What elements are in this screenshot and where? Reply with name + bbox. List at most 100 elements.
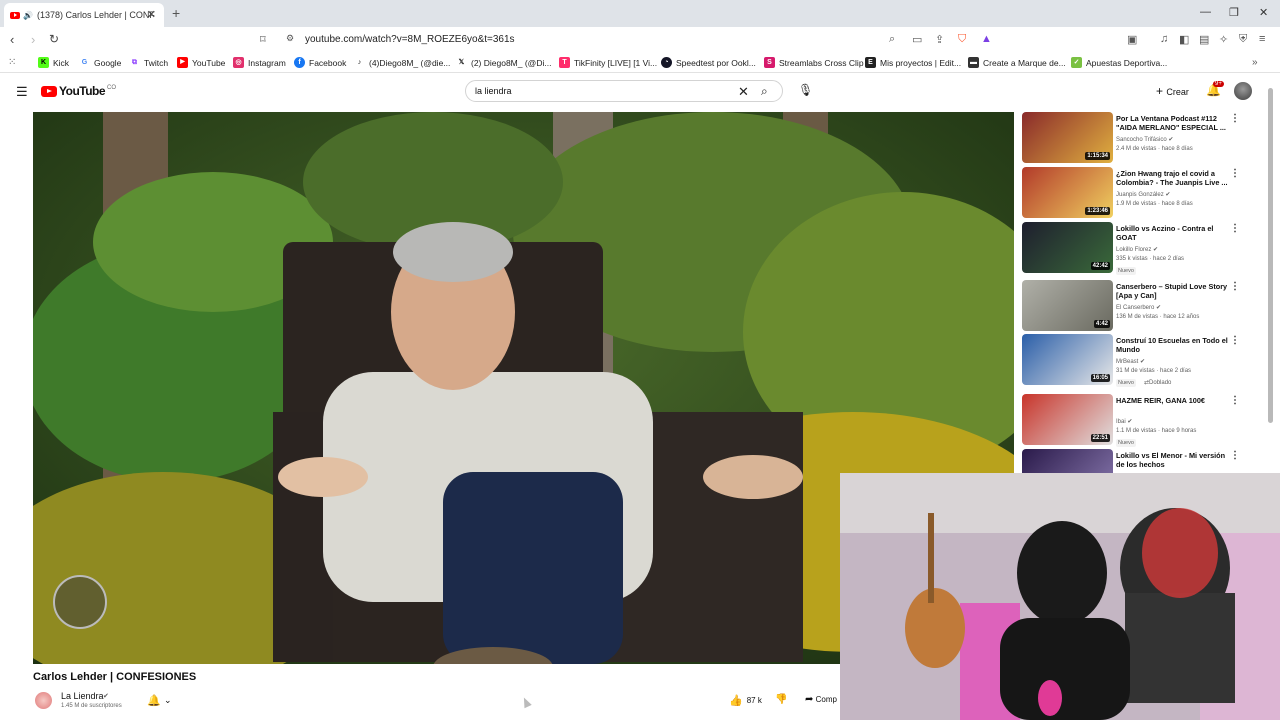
recommendation-channel[interactable]: Ibai ✔ <box>1116 418 1132 425</box>
recommendation-channel[interactable]: Sancocho Trifásico ✔ <box>1116 136 1173 143</box>
restore-icon[interactable]: ❐ <box>1229 6 1239 19</box>
bookmark-instagram[interactable]: ◎ Instagram <box>233 57 286 68</box>
like-button[interactable]: 👍 87 k <box>729 694 762 707</box>
duration-badge: 1:23:46 <box>1085 207 1110 215</box>
bookmark-apuestas[interactable]: ✓ Apuestas Deportiva... <box>1071 57 1167 68</box>
video-thumbnail[interactable]: 4:42 <box>1022 280 1113 331</box>
recommendation-item[interactable]: 16:05 Construí 10 Escuelas en Todo el Mun… <box>1022 334 1242 387</box>
more-options-icon[interactable]: ⋮ <box>1230 335 1240 346</box>
tab-close-icon[interactable]: ✕ <box>147 8 156 21</box>
bookmark-streamlabs[interactable]: S Streamlabs Cross Clip <box>764 57 864 68</box>
bookmark-icon[interactable]: ⌑ <box>260 33 266 46</box>
bookmark-x[interactable]: 𝕏 (2) Diego8M_ (@Di... <box>456 57 551 68</box>
channel-avatar[interactable] <box>35 692 52 709</box>
wallet-icon[interactable]: ▤ <box>1199 33 1209 46</box>
more-options-icon[interactable]: ⋮ <box>1230 450 1240 461</box>
zoom-icon[interactable]: ⌕ <box>889 33 895 46</box>
clear-search-icon[interactable]: ✕ <box>738 84 749 100</box>
recommendation-item[interactable]: 1:15:34 Por La Ventana Podcast #112 "AIDA… <box>1022 112 1242 164</box>
video-thumbnail[interactable]: 1:23:46 <box>1022 167 1113 218</box>
reload-icon[interactable]: ↻ <box>49 32 59 46</box>
verified-icon: ✔ <box>1153 247 1159 253</box>
bookmark-tikfinity[interactable]: T TikFinity [LIVE] [1 Vi... <box>559 57 657 68</box>
scrollbar[interactable] <box>1268 88 1273 423</box>
more-options-icon[interactable]: ⋮ <box>1230 281 1240 292</box>
dubbed-badge: ⇄Doblado <box>1144 379 1171 386</box>
video-thumbnail[interactable]: 1:15:34 <box>1022 112 1113 163</box>
chevron-down-icon[interactable]: ⌄ <box>164 695 172 706</box>
speaker-icon[interactable]: 🔊 <box>23 11 33 20</box>
browser-tab[interactable]: 🔊 (1378) Carlos Lehder | CONFESIONES ✕ <box>4 3 164 27</box>
site-settings-icon[interactable]: ⚙ <box>286 33 294 44</box>
back-icon[interactable]: ‹ <box>10 32 14 47</box>
recommendation-title[interactable]: Lokillo vs Aczino - Contra el GOAT <box>1116 224 1234 242</box>
more-options-icon[interactable]: ⋮ <box>1230 395 1240 406</box>
bookmark-twitch[interactable]: ⧉ Twitch <box>129 57 168 68</box>
forward-icon[interactable]: › <box>31 32 35 47</box>
subscription-bell-icon[interactable]: 🔔 <box>147 694 161 707</box>
bookmark-speedtest[interactable]: ◔ Speedtest por Ookl... <box>661 57 756 68</box>
sidebar-icon[interactable]: ▣ <box>1127 33 1137 46</box>
media-icon[interactable]: ♫ <box>1160 33 1168 45</box>
bookmark-facebook[interactable]: f Facebook <box>294 57 346 68</box>
window-close-icon[interactable]: ✕ <box>1259 6 1268 19</box>
more-options-icon[interactable]: ⋮ <box>1230 113 1240 124</box>
brave-shield-icon[interactable]: ⛉ <box>958 33 966 46</box>
video-thumbnail[interactable]: 42:42 <box>1022 222 1113 273</box>
cast-icon[interactable]: ▭ <box>912 33 922 46</box>
microphone-icon[interactable]: 🎙 <box>798 83 813 97</box>
reading-list-icon[interactable]: ◧ <box>1179 33 1189 46</box>
account-avatar[interactable] <box>1234 82 1252 100</box>
recommendation-title[interactable]: Lokillo vs El Menor - Mi versión de los … <box>1116 451 1234 469</box>
recommendation-title[interactable]: Construí 10 Escuelas en Todo el Mundo <box>1116 336 1234 354</box>
verified-icon: ✔ <box>1168 137 1174 143</box>
recommendation-item[interactable]: 4:42 Canserbero – Stupid Love Story [Apa … <box>1022 280 1242 332</box>
recommendation-item[interactable]: 42:42 Lokillo vs Aczino - Contra el GOAT L… <box>1022 222 1242 275</box>
bookmark-label: Twitch <box>144 57 169 68</box>
more-bookmarks-icon[interactable]: » <box>1252 57 1258 68</box>
share-button[interactable]: ➦ Comp <box>805 694 837 705</box>
recommendation-channel[interactable]: El Canserbero ✔ <box>1116 304 1161 311</box>
ai-assistant-icon[interactable]: ✧ <box>1219 33 1228 46</box>
bookmark-projects[interactable]: E Mis proyectos | Edit... <box>865 57 961 68</box>
video-thumbnail[interactable]: 16:05 <box>1022 334 1113 385</box>
create-button[interactable]: + Crear <box>1156 84 1189 98</box>
recommendation-meta: 31 M de vistas · hace 2 días <box>1116 368 1192 374</box>
bookmark-label: Create a Marque de... <box>983 57 1066 68</box>
recommendation-title[interactable]: ¿Zion Hwang trajo el covid a Colombia? -… <box>1116 169 1234 187</box>
apps-icon[interactable]: ⁙ <box>8 57 16 68</box>
recommendation-title[interactable]: Por La Ventana Podcast #112 "AIDA MERLAN… <box>1116 114 1234 132</box>
recommendation-item[interactable]: 22:51 HAZME REIR, GANA 100€ Ibai ✔ 1.1 M de… <box>1022 394 1242 447</box>
verified-icon: ✔ <box>1156 305 1162 311</box>
dislike-button[interactable]: 👎 <box>775 694 787 705</box>
youtube-logo[interactable]: YouTube CO <box>41 84 116 98</box>
bookmark-youtube[interactable]: ▶ YouTube <box>177 57 225 68</box>
plus-icon: + <box>1156 84 1167 98</box>
hamburger-menu-icon[interactable]: ☰ <box>16 84 28 100</box>
recommendation-title[interactable]: HAZME REIR, GANA 100€ <box>1116 396 1234 405</box>
share-icon[interactable]: ⇪ <box>935 33 944 46</box>
menu-icon[interactable]: ≡ <box>1259 33 1265 45</box>
vpn-icon[interactable]: ⛨ <box>1239 33 1247 46</box>
channel-name[interactable]: La Liendra <box>61 691 104 701</box>
video-thumbnail[interactable]: 22:51 <box>1022 394 1113 445</box>
search-icon[interactable]: ⌕ <box>761 84 768 99</box>
rewards-icon[interactable]: ▲ <box>981 33 992 45</box>
more-options-icon[interactable]: ⋮ <box>1230 168 1240 179</box>
recommendation-channel[interactable]: Juanpis González ✔ <box>1116 191 1170 198</box>
new-tab-button[interactable]: + <box>172 5 180 21</box>
recommendation-title[interactable]: Canserbero – Stupid Love Story [Apa y Ca… <box>1116 282 1234 300</box>
recommendation-item[interactable]: 1:23:46 ¿Zion Hwang trajo el covid a Colo… <box>1022 167 1242 219</box>
bookmark-kick[interactable]: K Kick <box>38 57 69 68</box>
bookmark-tiktok[interactable]: ♪ (4)Diego8M_ (@die... <box>354 57 450 68</box>
address-bar[interactable]: youtube.com/watch?v=8M_ROEZE6yo&t=361s <box>305 34 515 45</box>
recommendation-channel[interactable]: MrBeast ✔ <box>1116 358 1145 365</box>
bookmark-marquee[interactable]: ▬ Create a Marque de... <box>968 57 1066 68</box>
search-box[interactable]: ✕ ⌕ <box>465 80 783 102</box>
recommendation-channel[interactable]: Lokillo Florez ✔ <box>1116 246 1158 253</box>
bookmark-google[interactable]: G Google <box>79 57 121 68</box>
dubbed-label: Doblado <box>1149 380 1172 386</box>
minimize-icon[interactable]: — <box>1200 6 1211 18</box>
more-options-icon[interactable]: ⋮ <box>1230 223 1240 234</box>
search-input[interactable] <box>475 86 725 96</box>
